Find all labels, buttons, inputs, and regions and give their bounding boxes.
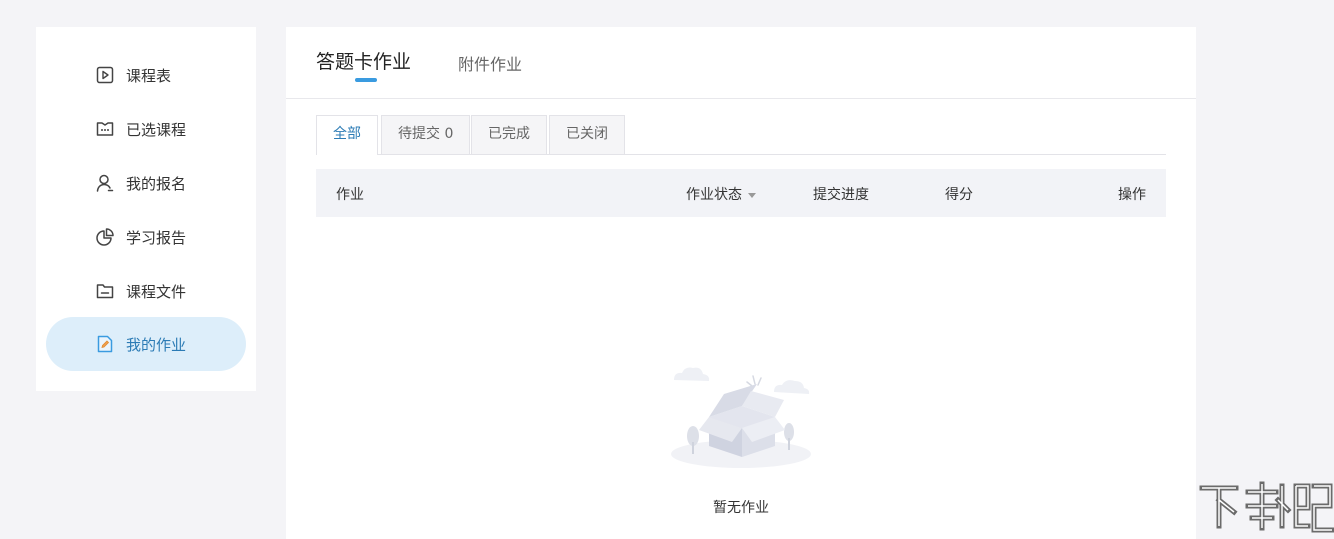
- sidebar-item-label: 学习报告: [126, 228, 187, 247]
- main-panel: 答题卡作业 附件作业 全部 待提交 0 已完成 已关闭 作业 作业状态 提交进度…: [286, 27, 1196, 539]
- tab-answer-card-homework[interactable]: 答题卡作业: [316, 47, 411, 74]
- sidebar-item-label: 课程文件: [126, 282, 187, 301]
- user-icon: [96, 174, 114, 192]
- filter-tab-completed[interactable]: 已完成: [471, 115, 547, 154]
- edit-document-icon: [97, 335, 113, 353]
- sidebar-item-registration[interactable]: 我的报名: [46, 156, 246, 210]
- sidebar-item-my-homework[interactable]: 我的作业: [46, 317, 246, 371]
- sidebar: 课程表 已选课程 我的报名 学习报告 课程文件 我的作业: [36, 27, 256, 391]
- sidebar-item-label: 课程表: [126, 66, 172, 85]
- column-status-sortable[interactable]: 作业状态: [686, 184, 756, 204]
- folder-icon: [96, 284, 114, 299]
- active-tab-indicator: [355, 78, 377, 82]
- sidebar-item-course-files[interactable]: 课程文件: [46, 264, 246, 318]
- sidebar-item-study-report[interactable]: 学习报告: [46, 210, 246, 264]
- chat-box-icon: [96, 122, 114, 136]
- pie-chart-icon: [96, 228, 114, 246]
- play-square-icon: [96, 66, 114, 84]
- table-header: 作业 作业状态 提交进度 得分 操作: [316, 169, 1166, 217]
- column-progress: 提交进度: [813, 187, 869, 203]
- caret-down-icon: [748, 192, 756, 198]
- empty-state-text: 暂无作业: [713, 500, 769, 516]
- column-status: 作业状态: [686, 187, 742, 203]
- column-actions: 操作: [1118, 187, 1146, 203]
- sidebar-item-selected-courses[interactable]: 已选课程: [46, 102, 246, 156]
- status-filter-tabs: 全部 待提交 0 已完成 已关闭: [316, 115, 1166, 155]
- sidebar-item-label: 我的作业: [126, 335, 187, 354]
- tab-attachment-homework[interactable]: 附件作业: [458, 51, 522, 75]
- filter-tab-closed[interactable]: 已关闭: [549, 115, 625, 154]
- sidebar-item-label: 已选课程: [126, 120, 187, 139]
- watermark-logo: [1199, 481, 1334, 533]
- column-homework: 作业: [336, 187, 364, 203]
- filter-tab-pending[interactable]: 待提交 0: [381, 115, 471, 154]
- sidebar-item-label: 我的报名: [126, 174, 187, 193]
- empty-box-illustration: [671, 367, 811, 468]
- filter-tab-all[interactable]: 全部: [316, 115, 378, 155]
- sidebar-item-schedule[interactable]: 课程表: [46, 48, 246, 102]
- column-score: 得分: [945, 187, 973, 203]
- homework-type-tabs: 答题卡作业 附件作业: [286, 27, 1196, 99]
